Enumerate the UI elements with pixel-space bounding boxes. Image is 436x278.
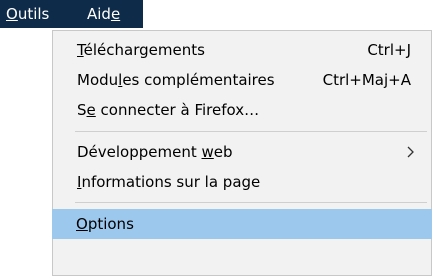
menu-item-developpement-web[interactable]: Développement web [53,137,431,167]
menubar-item-outils-label: Outils [6,5,50,23]
menu-separator [75,131,427,132]
menubar-item-aide-label: Aide [87,5,121,23]
menu-item-shortcut: Ctrl+J [367,41,411,59]
menu-item-informations-page[interactable]: Informations sur la page [53,167,431,197]
menu-item-telechargements[interactable]: Téléchargements Ctrl+J [53,35,431,65]
menu-item-modules-complementaires[interactable]: Modules complémentaires Ctrl+Maj+A [53,65,431,95]
menu-item-label: Options [76,215,134,233]
menu-item-label: Modules complémentaires [77,71,275,89]
menu-item-label: Téléchargements [77,41,205,59]
menu-item-shortcut: Ctrl+Maj+A [322,71,411,89]
menu-item-se-connecter-firefox[interactable]: Se connecter à Firefox… [53,95,431,125]
menu-separator [75,202,427,203]
menu-item-label: Se connecter à Firefox… [77,101,260,119]
outils-dropdown-menu: Téléchargements Ctrl+J Modules complémen… [52,30,432,276]
menu-item-label: Informations sur la page [77,173,261,191]
menu-bar: Outils Aide [0,0,436,28]
menu-item-options[interactable]: Options [52,209,432,239]
menubar-item-aide[interactable]: Aide [81,0,143,28]
menubar-item-outils[interactable]: Outils [0,0,92,28]
menu-item-label: Développement web [77,143,233,161]
